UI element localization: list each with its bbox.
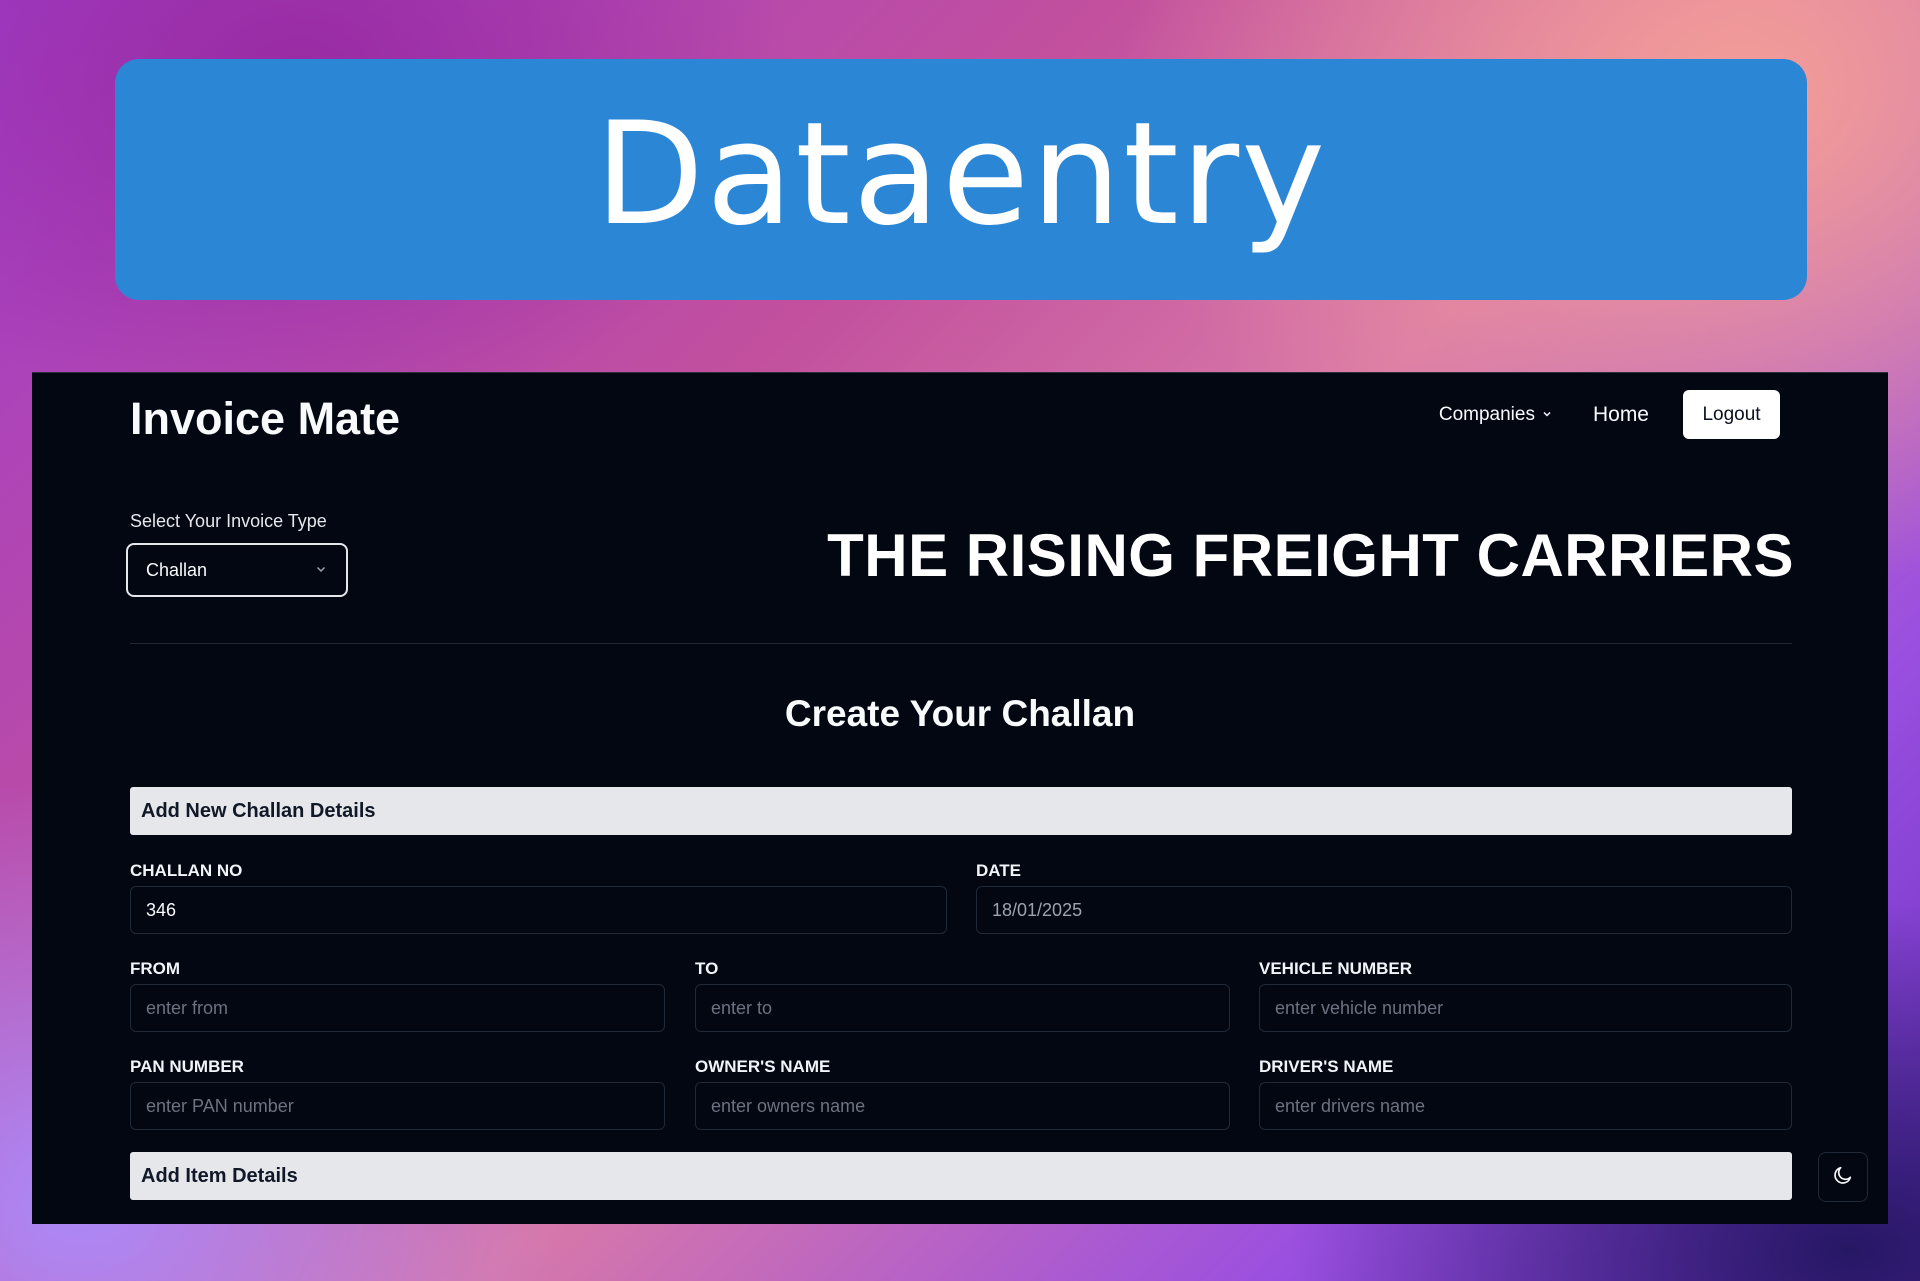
app-window: Invoice Mate Companies Home Logout Selec…: [32, 372, 1888, 1224]
date-label: DATE: [976, 861, 1022, 880]
top-nav: Companies Home Logout: [1439, 390, 1780, 439]
invoice-type-value: Challan: [146, 559, 208, 580]
chevron-down-icon: [314, 560, 328, 581]
vehicle-number-label: VEHICLE NUMBER: [1259, 959, 1413, 978]
company-name-heading: THE RISING FREIGHT CARRIERS: [827, 522, 1794, 589]
date-input[interactable]: 18/01/2025: [976, 886, 1792, 934]
invoice-type-select[interactable]: Challan: [126, 543, 348, 597]
chevron-down-icon: [1541, 404, 1553, 426]
companies-menu[interactable]: Companies: [1439, 404, 1553, 426]
divider: [130, 643, 1792, 644]
drivers-name-label: DRIVER'S NAME: [1259, 1057, 1394, 1076]
theme-toggle-button[interactable]: [1818, 1152, 1868, 1202]
companies-menu-label: Companies: [1438, 403, 1535, 425]
from-label: FROM: [130, 959, 181, 978]
to-label: TO: [695, 959, 719, 978]
challan-no-input[interactable]: 346: [130, 886, 947, 934]
from-input[interactable]: enter from: [130, 984, 665, 1032]
form-heading: Create Your Challan: [784, 693, 1136, 734]
owners-name-label: OWNER'S NAME: [695, 1057, 831, 1076]
banner-title: Dataentry: [594, 92, 1328, 257]
app-logo[interactable]: Invoice Mate: [130, 393, 400, 445]
title-banner: Dataentry: [115, 59, 1807, 300]
challan-details-section[interactable]: Add New Challan Details: [130, 787, 1792, 835]
owners-name-input[interactable]: enter owners name: [695, 1082, 1230, 1130]
item-details-section[interactable]: Add Item Details: [130, 1152, 1792, 1200]
logout-button[interactable]: Logout: [1683, 390, 1780, 439]
to-input[interactable]: enter to: [695, 984, 1230, 1032]
vehicle-number-input[interactable]: enter vehicle number: [1259, 984, 1792, 1032]
invoice-type-label: Select Your Invoice Type: [130, 511, 327, 531]
moon-icon: [1832, 1164, 1854, 1191]
home-link[interactable]: Home: [1593, 403, 1649, 427]
pan-number-input[interactable]: enter PAN number: [130, 1082, 665, 1130]
drivers-name-input[interactable]: enter drivers name: [1259, 1082, 1792, 1130]
pan-number-label: PAN NUMBER: [130, 1057, 244, 1076]
challan-no-label: CHALLAN NO: [130, 861, 243, 880]
